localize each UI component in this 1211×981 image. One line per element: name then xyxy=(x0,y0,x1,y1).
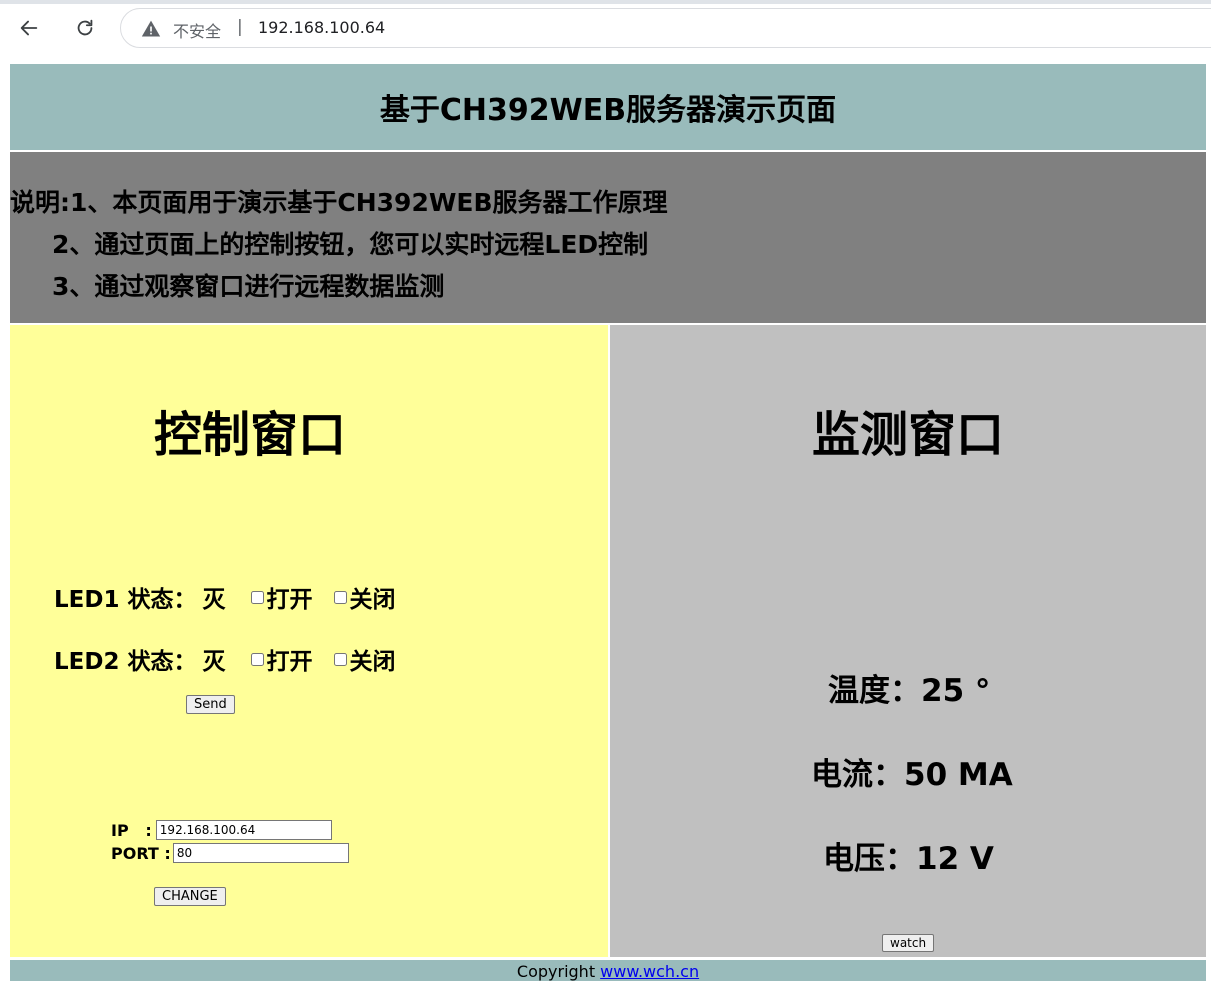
ip-label: IP : xyxy=(111,820,152,840)
back-arrow-icon xyxy=(20,20,38,36)
led2-off-checkbox[interactable] xyxy=(334,652,348,666)
led2-row: LED2 状态： 灭 打开 关闭 xyxy=(54,642,395,676)
warning-icon[interactable] xyxy=(141,19,161,39)
port-row: PORT : xyxy=(111,843,349,863)
description-line-3: 3、通过观察窗口进行远程数据监测 xyxy=(52,272,445,301)
led1-off-label[interactable]: 关闭 xyxy=(349,580,395,614)
address-bar[interactable]: 不安全 | 192.168.100.64 xyxy=(120,8,1211,48)
led2-on-label[interactable]: 打开 xyxy=(266,642,312,676)
watch-button[interactable]: watch xyxy=(882,934,935,952)
current-reading: 电流：50 MA xyxy=(811,757,1013,793)
back-button[interactable] xyxy=(11,10,47,46)
security-label[interactable]: 不安全 xyxy=(173,18,221,42)
send-button[interactable]: Send xyxy=(186,695,235,714)
voltage-reading: 电压：12 V xyxy=(823,841,994,877)
led2-off-label[interactable]: 关闭 xyxy=(349,642,395,676)
led1-row: LED1 状态： 灭 打开 关闭 xyxy=(54,580,395,614)
address-separator: | xyxy=(237,17,243,37)
page-footer: Copyright www.wch.cn xyxy=(10,960,1206,981)
led1-on-checkbox[interactable] xyxy=(251,590,265,604)
port-input[interactable] xyxy=(172,843,349,863)
ip-input[interactable] xyxy=(155,820,332,840)
monitor-window: 监测窗口 温度：25 ° 电流：50 MA 电压：12 V watch xyxy=(610,325,1206,957)
copyright-text: Copyright xyxy=(516,962,601,981)
reload-button[interactable] xyxy=(67,10,103,46)
tab-strip-edge xyxy=(0,0,1211,4)
change-button[interactable]: CHANGE xyxy=(154,887,226,906)
monitor-window-title: 监测窗口 xyxy=(812,407,1005,463)
reload-icon xyxy=(77,19,93,36)
led2-label: LED2 状态： xyxy=(54,649,197,675)
control-window-title: 控制窗口 xyxy=(154,407,347,463)
description-panel: 说明:1、本页面用于演示基于CH392WEB服务器工作原理 2、通过页面上的控制… xyxy=(10,152,1206,323)
description-line-1: 说明:1、本页面用于演示基于CH392WEB服务器工作原理 xyxy=(10,188,668,217)
description-line-2: 2、通过页面上的控制按钮，您可以实时远程LED控制 xyxy=(52,230,649,259)
led1-off-checkbox[interactable] xyxy=(334,590,348,604)
led2-state: 灭 xyxy=(202,649,226,675)
led1-label: LED1 状态： xyxy=(54,587,197,613)
led1-on-label[interactable]: 打开 xyxy=(266,580,312,614)
browser-toolbar: 不安全 | 192.168.100.64 xyxy=(0,0,1211,56)
page-title: 基于CH392WEB服务器演示页面 xyxy=(379,93,837,128)
address-url[interactable]: 192.168.100.64 xyxy=(258,18,385,37)
temperature-reading: 温度：25 ° xyxy=(828,673,991,709)
ip-row: IP : xyxy=(111,820,332,840)
control-window: 控制窗口 LED1 状态： 灭 打开 关闭 LED2 状态： 灭 打开 关闭 S… xyxy=(10,325,608,957)
port-label: PORT : xyxy=(111,843,171,863)
page-header: 基于CH392WEB服务器演示页面 xyxy=(10,64,1206,150)
led2-on-checkbox[interactable] xyxy=(251,652,265,666)
wch-link[interactable]: www.wch.cn xyxy=(600,962,699,981)
led1-state: 灭 xyxy=(202,587,226,613)
